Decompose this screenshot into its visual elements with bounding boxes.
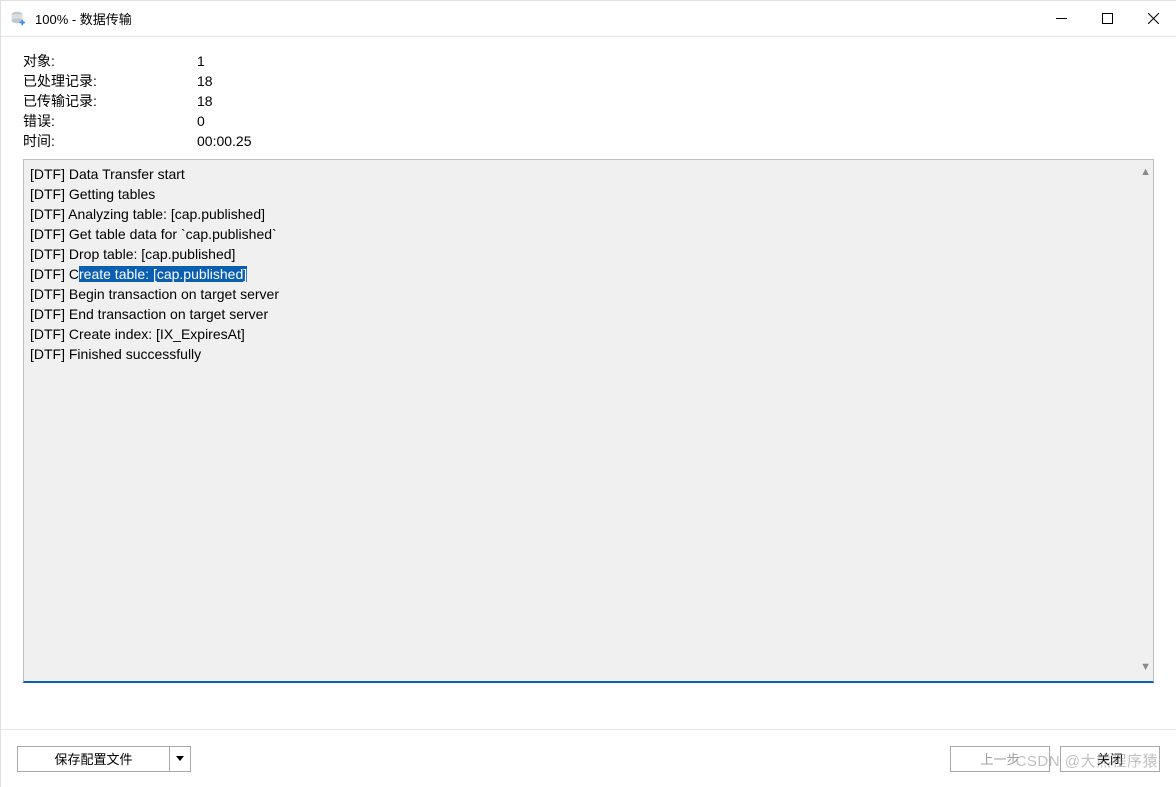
window-title: 100% - 数据传输 — [35, 9, 1038, 28]
spacer — [1, 683, 1176, 729]
stats-value: 18 — [197, 91, 1154, 111]
stats-value: 1 — [197, 51, 1154, 71]
stats-label: 已处理记录: — [23, 71, 197, 91]
maximize-button[interactable] — [1084, 1, 1130, 36]
app-icon — [9, 10, 27, 28]
log-box[interactable]: ▲ [DTF] Data Transfer start[DTF] Getting… — [23, 159, 1154, 683]
save-profile-dropdown[interactable] — [169, 746, 191, 772]
log-selection: reate table: [cap.published] — [79, 266, 247, 282]
stats-label: 已传输记录: — [23, 91, 197, 111]
window-controls — [1038, 1, 1176, 36]
log-lines: [DTF] Data Transfer start[DTF] Getting t… — [30, 164, 1147, 364]
stats-row: 已传输记录: 18 — [23, 91, 1154, 111]
scroll-down-icon[interactable]: ▼ — [1140, 657, 1151, 677]
stats-row: 对象: 1 — [23, 51, 1154, 71]
log-line: [DTF] Create table: [cap.published] — [30, 264, 1147, 284]
stats-label: 对象: — [23, 51, 197, 71]
stats-value: 00:00.25 — [197, 131, 1154, 151]
close-dialog-button[interactable]: 关闭 — [1060, 746, 1160, 772]
titlebar: 100% - 数据传输 — [1, 1, 1176, 37]
log-line: [DTF] Drop table: [cap.published] — [30, 244, 1147, 264]
window: 100% - 数据传输 对象: 1 已处理记录: 18 已传输记录 — [0, 0, 1176, 787]
scroll-up-icon[interactable]: ▲ — [1140, 162, 1151, 182]
log-line: [DTF] Get table data for `cap.published` — [30, 224, 1147, 244]
stats-label: 时间: — [23, 131, 197, 151]
stats-row: 时间: 00:00.25 — [23, 131, 1154, 151]
log-line: [DTF] Create index: [IX_ExpiresAt] — [30, 324, 1147, 344]
stats-panel: 对象: 1 已处理记录: 18 已传输记录: 18 错误: 0 时间: 00:0… — [1, 37, 1176, 159]
minimize-button[interactable] — [1038, 1, 1084, 36]
footer: 保存配置文件 上一步 关闭 — [1, 729, 1176, 787]
log-line: [DTF] End transaction on target server — [30, 304, 1147, 324]
log-wrap: ▲ [DTF] Data Transfer start[DTF] Getting… — [1, 159, 1176, 683]
log-line: [DTF] Finished successfully — [30, 344, 1147, 364]
stats-row: 已处理记录: 18 — [23, 71, 1154, 91]
stats-row: 错误: 0 — [23, 111, 1154, 131]
content: 对象: 1 已处理记录: 18 已传输记录: 18 错误: 0 时间: 00:0… — [1, 37, 1176, 729]
prev-button[interactable]: 上一步 — [950, 746, 1050, 772]
log-line: [DTF] Getting tables — [30, 184, 1147, 204]
close-button[interactable] — [1130, 1, 1176, 36]
log-line: [DTF] Analyzing table: [cap.published] — [30, 204, 1147, 224]
save-profile-button[interactable]: 保存配置文件 — [17, 746, 169, 772]
stats-value: 0 — [197, 111, 1154, 131]
save-profile-group: 保存配置文件 — [17, 746, 191, 772]
stats-value: 18 — [197, 71, 1154, 91]
log-line: [DTF] Data Transfer start — [30, 164, 1147, 184]
stats-label: 错误: — [23, 111, 197, 131]
log-line: [DTF] Begin transaction on target server — [30, 284, 1147, 304]
